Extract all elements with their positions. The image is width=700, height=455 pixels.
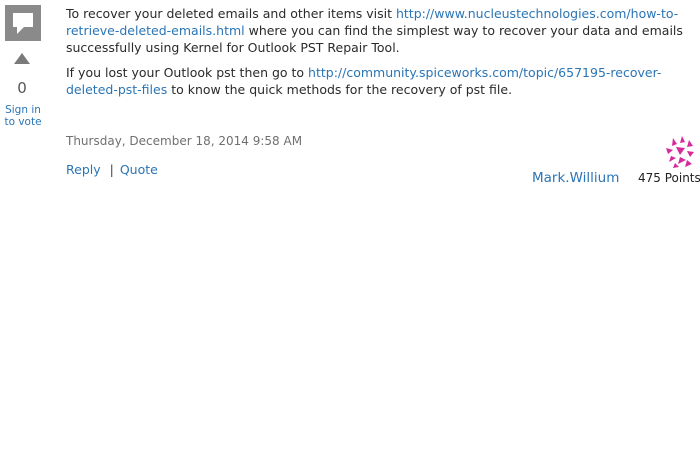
post-timestamp: Thursday, December 18, 2014 9:58 AM — [66, 134, 303, 148]
author-avatar-icon[interactable] — [663, 136, 695, 168]
post-actions: Reply | Quote — [66, 162, 158, 177]
comment-icon — [5, 5, 41, 41]
vote-count: 0 — [17, 79, 27, 97]
p2-text-a: If you lost your Outlook pst then go to — [66, 65, 309, 80]
quote-link[interactable]: Quote — [120, 162, 158, 177]
author-points: 475 Points — [638, 171, 700, 185]
vote-up-arrow-icon[interactable] — [14, 53, 30, 64]
p2-text-b: to know the quick methods for the recove… — [167, 82, 513, 97]
forum-reply: 0 Sign in to vote To recover your delete… — [0, 0, 700, 455]
author-name-link[interactable]: Mark.Willium — [532, 170, 619, 186]
reply-link[interactable]: Reply — [66, 162, 101, 177]
sign-in-to-vote-link[interactable]: Sign in to vote — [0, 104, 46, 128]
sign-in-line1: Sign in — [5, 104, 41, 116]
post-body: To recover your deleted emails and other… — [66, 5, 688, 106]
p1-text-a: To recover your deleted emails and other… — [66, 6, 396, 21]
sign-in-line2: to vote — [4, 116, 42, 128]
post-paragraph-1: To recover your deleted emails and other… — [66, 5, 688, 56]
post-paragraph-2: If you lost your Outlook pst then go to … — [66, 64, 688, 98]
action-separator: | — [109, 162, 114, 177]
